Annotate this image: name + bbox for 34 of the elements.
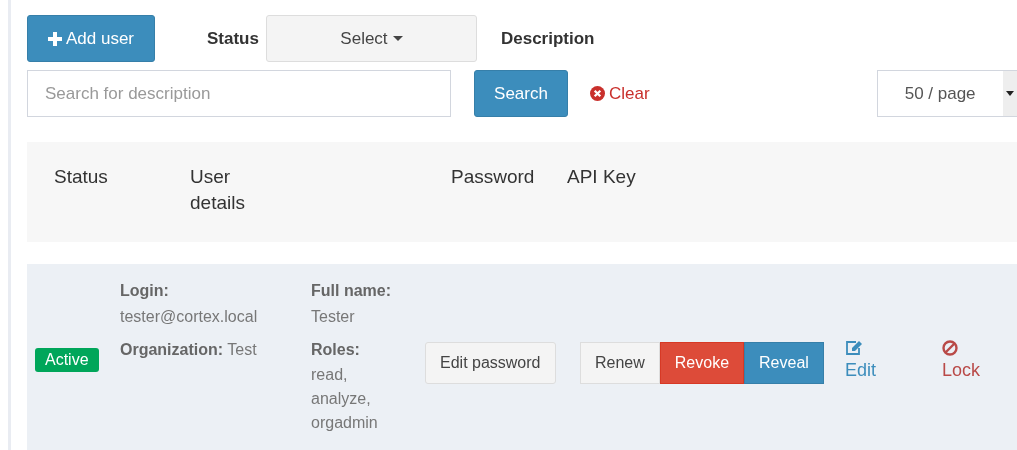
role-text: analyze,: [311, 388, 372, 409]
edit-password-button[interactable]: Edit password: [425, 342, 556, 384]
field-label: Full name:: [311, 281, 392, 301]
add-user-button[interactable]: Add user: [27, 15, 155, 62]
api-key-button[interactable]: Revoke: [659, 342, 745, 384]
field-text: Organization: Test: [120, 340, 258, 361]
field-value: tester@cortex.local: [120, 306, 259, 327]
api-key-button[interactable]: Reveal: [744, 342, 824, 384]
search-button[interactable]: Search: [474, 70, 568, 117]
plus-icon: [47, 31, 62, 46]
ban-icon: [942, 340, 958, 356]
api-key-button[interactable]: Renew: [580, 342, 660, 384]
status-dropdown[interactable]: Select: [265, 15, 477, 62]
status-label: Status: [207, 28, 259, 49]
caret-icon: [392, 35, 403, 42]
field-label: Login:: [120, 281, 170, 301]
edit-icon: [845, 340, 863, 356]
description-label: Description: [500, 28, 595, 49]
column-header: Password: [451, 165, 531, 189]
column-header: Status: [53, 165, 109, 189]
caret-icon: [1005, 90, 1014, 97]
page-size-select[interactable]: 50 / page: [876, 70, 1017, 117]
column-header: User details: [190, 165, 246, 215]
clear-icon: [590, 86, 605, 101]
lock-link[interactable]: Lock: [942, 340, 981, 381]
role-text: orgadmin: [311, 412, 379, 433]
role-text: read,: [311, 364, 349, 385]
field-value: Tester: [311, 306, 356, 327]
column-header: API Key: [567, 165, 637, 189]
edit-link[interactable]: Edit: [845, 340, 942, 381]
field-label: Roles:: [311, 340, 361, 361]
status-badge: Active: [35, 348, 99, 372]
search-field[interactable]: Search for description: [27, 70, 451, 117]
clear-link[interactable]: Clear: [590, 83, 650, 104]
